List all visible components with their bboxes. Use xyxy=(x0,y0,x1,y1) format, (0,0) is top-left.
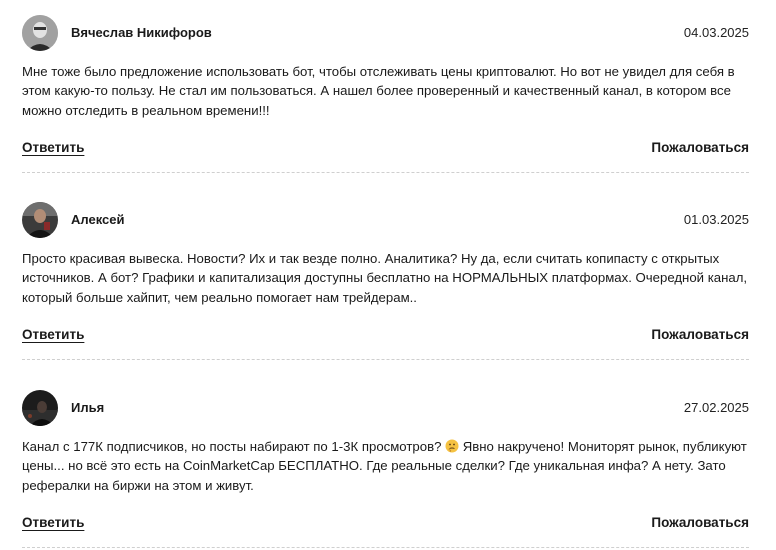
comment-header: Вячеслав Никифоров 04.03.2025 xyxy=(22,14,749,54)
author-name: Илья xyxy=(71,400,105,415)
report-link[interactable]: Пожаловаться xyxy=(651,515,749,530)
comment-actions: Ответить Пожаловаться xyxy=(22,140,749,158)
thinking-face-icon xyxy=(445,439,459,453)
reply-link[interactable]: Ответить xyxy=(22,140,84,155)
divider xyxy=(22,547,749,548)
divider xyxy=(22,359,749,360)
comment-date: 01.03.2025 xyxy=(683,212,749,227)
comment-text: Просто красивая вывеска. Новости? Их и т… xyxy=(22,251,748,305)
comment-actions: Ответить Пожаловаться xyxy=(22,327,749,345)
avatar[interactable] xyxy=(22,390,58,426)
author-name: Алексей xyxy=(71,212,125,227)
author-name: Вячеслав Никифоров xyxy=(71,25,212,40)
report-link[interactable]: Пожаловаться xyxy=(651,140,749,155)
comments-list: Вячеслав Никифоров 04.03.2025 Мне тоже б… xyxy=(0,0,776,550)
avatar[interactable] xyxy=(22,202,58,238)
comment-item: Илья 27.02.2025 Канал с 177К подписчиков… xyxy=(22,389,749,548)
comment-text: Канал с 177К подписчиков, но посты набир… xyxy=(22,437,749,495)
reply-link[interactable]: Ответить xyxy=(22,515,84,530)
comment-item: Алексей 01.03.2025 Просто красивая вывес… xyxy=(22,201,749,360)
comment-actions: Ответить Пожаловаться xyxy=(22,515,749,533)
comment-date: 27.02.2025 xyxy=(683,400,749,415)
comment-item: Вячеслав Никифоров 04.03.2025 Мне тоже б… xyxy=(22,14,749,173)
divider xyxy=(22,172,749,173)
comment-header: Илья 27.02.2025 xyxy=(22,389,749,429)
reply-link[interactable]: Ответить xyxy=(22,327,84,342)
report-link[interactable]: Пожаловаться xyxy=(651,327,749,342)
comment-date: 04.03.2025 xyxy=(683,25,749,40)
comment-header: Алексей 01.03.2025 xyxy=(22,201,749,241)
comment-text-part: Канал с 177К подписчиков, но посты набир… xyxy=(22,439,446,454)
avatar[interactable] xyxy=(22,15,58,51)
comment-text: Мне тоже было предложение использовать б… xyxy=(22,64,735,118)
